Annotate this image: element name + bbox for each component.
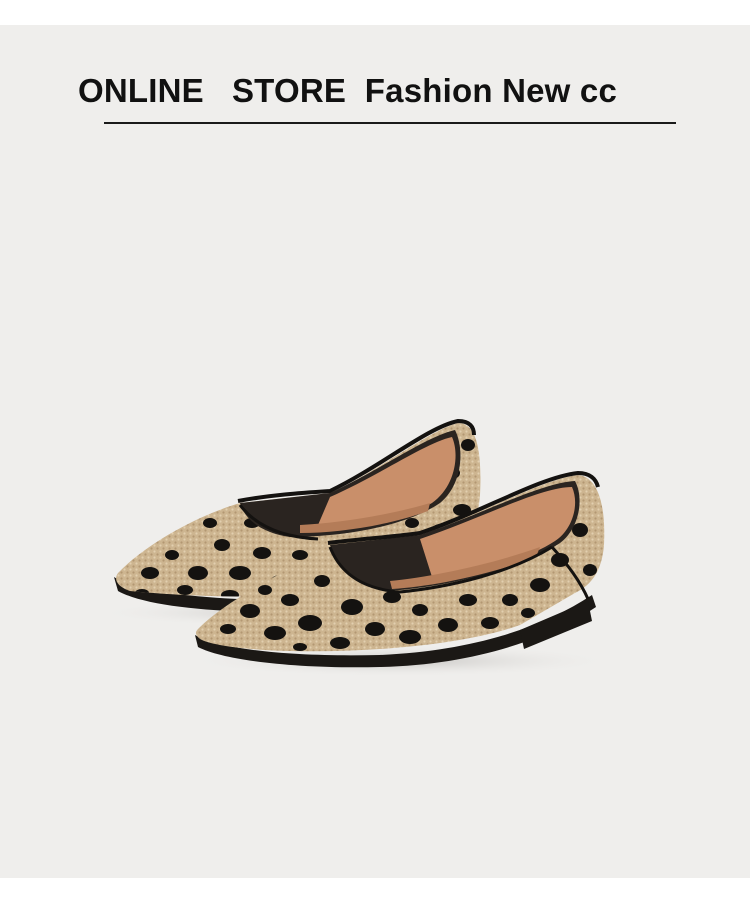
product-banner: ONLINE STORE Fashion New cc bbox=[0, 25, 750, 878]
leopard-flats-image bbox=[95, 418, 615, 677]
